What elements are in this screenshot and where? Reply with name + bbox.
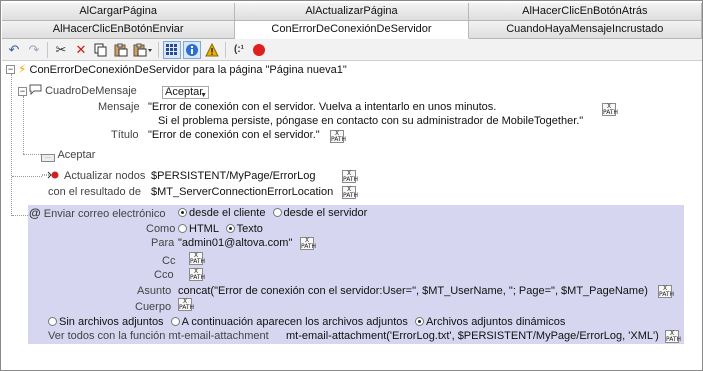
format-options: HTML Texto xyxy=(178,223,263,236)
xpath-edit-button[interactable]: X PATH xyxy=(178,298,194,311)
lightning-icon: ⚡ xyxy=(18,62,27,76)
at-sign-icon: @ xyxy=(29,206,41,220)
toolbar: ↶ ↷ ✂ ✕ (:¹ xyxy=(2,39,702,61)
cut-icon[interactable]: ✂ xyxy=(52,41,70,59)
toolbar-separator xyxy=(225,41,226,58)
toolbar-separator xyxy=(47,41,48,58)
message-box-button-value: Aceptar xyxy=(165,86,203,98)
send-email-header[interactable]: @ Enviar correo electrónico xyxy=(29,207,165,221)
tree-line xyxy=(12,215,28,216)
tree-line xyxy=(12,176,42,177)
message-label: Mensaje xyxy=(98,101,140,113)
event-root-label: ConErrorDeConexiónDeServidor para la pág… xyxy=(29,64,347,76)
tab-on-embedded-message[interactable]: CuandoHayaMensajeIncrustado xyxy=(468,21,702,39)
tab-row-2: AlHacerClicEnBotónEnviar ConErrorDeConex… xyxy=(2,21,702,39)
cc-label: Cc xyxy=(162,255,176,267)
accept-branch[interactable]: ··· Aceptar xyxy=(41,149,95,162)
update-node-icon xyxy=(42,170,60,182)
delete-icon[interactable]: ✕ xyxy=(72,41,90,59)
paste-special-icon[interactable] xyxy=(132,41,154,59)
xpath-toggle-icon[interactable]: (:¹ xyxy=(230,41,248,59)
cuerpo-label: Cuerpo xyxy=(135,301,172,313)
action-tree: − ⚡ ConErrorDeConexiónDeServidor para la… xyxy=(2,62,702,370)
attachment-options: Sin archivos adjuntos A continuación apa… xyxy=(48,316,565,329)
update-nodes-target[interactable]: $PERSISTENT/MyPage/ErrorLog xyxy=(151,170,315,183)
record-icon[interactable] xyxy=(250,41,268,59)
tab-on-submit-button[interactable]: AlHacerClicEnBotónEnviar xyxy=(2,21,236,39)
radio-dynamic-attachments[interactable]: Archivos adjuntos dinámicos xyxy=(414,316,565,328)
update-nodes-action[interactable] xyxy=(42,170,60,183)
para-label: Para xyxy=(151,237,175,249)
update-nodes-label: Actualizar nodos xyxy=(64,170,146,182)
xpath-edit-button[interactable]: X PATH xyxy=(330,130,346,143)
xpath-edit-button[interactable]: X PATH xyxy=(665,330,681,343)
como-label: Como xyxy=(146,223,176,235)
title-label: Título xyxy=(111,129,139,141)
warning-icon[interactable] xyxy=(203,41,221,59)
undo-icon[interactable]: ↶ xyxy=(5,41,23,59)
see-all-label: Ver todos con la función mt-email-attach… xyxy=(48,330,269,342)
radio-no-attachments[interactable]: Sin archivos adjuntos xyxy=(48,316,164,328)
xpath-edit-button[interactable]: X PATH xyxy=(300,237,316,250)
tab-on-page-refresh[interactable]: AlActualizarPágina xyxy=(235,3,469,21)
title-value[interactable]: "Error de conexión con el servidor." xyxy=(148,129,320,142)
asunto-label: Asunto xyxy=(137,285,172,297)
info-icon[interactable] xyxy=(183,40,201,59)
xpath-edit-button[interactable]: X PATH xyxy=(658,285,674,298)
tree-line xyxy=(11,74,12,216)
tree-line xyxy=(23,96,24,154)
speech-bubble-icon xyxy=(29,84,45,97)
message-value-line-1[interactable]: "Error de conexión con el servidor. Vuel… xyxy=(148,101,496,114)
event-root: ⚡ ConErrorDeConexiónDeServidor para la p… xyxy=(18,63,347,77)
xpath-edit-button[interactable]: X PATH xyxy=(602,103,618,116)
tree-line xyxy=(23,154,41,155)
radio-from-client[interactable]: desde el cliente xyxy=(178,207,265,219)
branch-icon: ··· xyxy=(41,154,55,162)
asunto-value[interactable]: concat("Error de conexión con el servido… xyxy=(178,285,648,298)
cco-label: Cco xyxy=(154,269,174,281)
xpath-edit-button[interactable]: X PATH xyxy=(189,268,205,281)
collapse-root-toggle[interactable]: − xyxy=(6,65,15,74)
message-value-line-2[interactable]: Si el problema persiste, póngase en cont… xyxy=(158,115,583,128)
radio-next-attachments[interactable]: A continuación aparecen los archivos adj… xyxy=(170,316,408,328)
tab-on-back-button[interactable]: AlHacerClicEnBotónAtrás xyxy=(468,3,702,21)
grid-view-icon[interactable] xyxy=(163,40,181,59)
xpath-edit-button[interactable]: X PATH xyxy=(342,170,358,183)
redo-icon[interactable]: ↷ xyxy=(25,41,43,59)
xpath-edit-button[interactable]: X PATH xyxy=(342,186,358,199)
para-value[interactable]: "admin01@altova.com" xyxy=(178,237,292,250)
result-value[interactable]: $MT_ServerConnectionErrorLocation xyxy=(151,186,333,199)
message-box-button-select[interactable]: Aceptar ▼ xyxy=(162,86,209,99)
radio-html[interactable]: HTML xyxy=(178,223,219,235)
copy-icon[interactable] xyxy=(92,41,110,59)
paste-icon[interactable] xyxy=(112,41,130,59)
radio-from-server[interactable]: desde el servidor xyxy=(272,207,367,219)
chevron-down-icon: ▼ xyxy=(200,92,207,99)
collapse-message-box-toggle[interactable]: − xyxy=(18,87,27,96)
tab-row-1: AlCargarPágina AlActualizarPágina AlHace… xyxy=(2,3,702,21)
tab-on-page-load[interactable]: AlCargarPágina xyxy=(2,3,236,21)
send-from-options: desde el cliente desde el servidor xyxy=(178,207,367,220)
see-all-value[interactable]: mt-email-attachment('ErrorLog.txt', $PER… xyxy=(286,330,659,343)
xpath-edit-button[interactable]: X PATH xyxy=(189,252,205,265)
message-box-action[interactable]: CuadroDeMensaje xyxy=(29,84,137,98)
action-tree-window: AlCargarPágina AlActualizarPágina AlHace… xyxy=(0,0,703,371)
message-box-label: CuadroDeMensaje xyxy=(45,85,137,97)
tab-on-server-connection-error[interactable]: ConErrorDeConexiónDeServidor xyxy=(235,21,469,39)
toolbar-separator xyxy=(158,41,159,58)
result-label: con el resultado de xyxy=(48,186,141,198)
radio-texto[interactable]: Texto xyxy=(225,223,263,235)
